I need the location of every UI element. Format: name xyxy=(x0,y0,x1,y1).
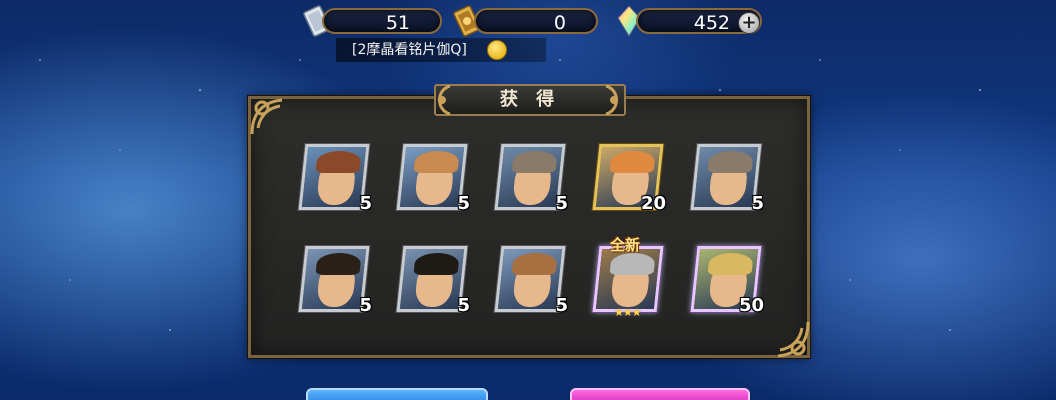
reward-item[interactable]: 5 xyxy=(396,144,470,214)
reward-item[interactable] xyxy=(592,246,664,312)
reward-item[interactable]: 20 xyxy=(592,144,666,214)
ticket-count: 51 xyxy=(385,12,410,34)
bottom-left-button[interactable] xyxy=(306,388,488,400)
gold-pass-counter: 0 xyxy=(474,8,598,34)
title-ornament-icon xyxy=(430,80,456,120)
notice-text: [2摩晶看铭片伽Q] xyxy=(352,42,467,58)
bottom-right-button[interactable] xyxy=(570,388,750,400)
gem-count: 452 xyxy=(693,12,730,34)
corner-ornament-icon xyxy=(766,316,812,362)
smile-emoji-icon xyxy=(487,40,507,60)
reward-item[interactable]: 5 xyxy=(298,144,372,214)
item-count: 5 xyxy=(457,295,470,316)
item-count: 5 xyxy=(359,193,372,214)
game-screen: 51 0 452 + [2摩晶看铭片伽Q] 获 得 5 5 5 20 5 5 5… xyxy=(0,0,1056,400)
reward-item[interactable]: 5 xyxy=(494,144,568,214)
panel-title: 获 得 xyxy=(434,84,626,116)
new-badge: 全新 xyxy=(610,236,641,254)
title-ornament-icon xyxy=(600,80,626,120)
item-count: 5 xyxy=(555,295,568,316)
character-portrait xyxy=(399,147,465,207)
character-portrait xyxy=(301,249,367,309)
rarity-stars: ★★★ xyxy=(614,306,642,319)
character-portrait xyxy=(497,249,563,309)
item-count: 5 xyxy=(359,295,372,316)
item-count: 5 xyxy=(751,193,764,214)
reward-item[interactable]: 5 xyxy=(494,246,568,316)
reward-item[interactable]: 5 xyxy=(396,246,470,316)
character-portrait xyxy=(693,147,759,207)
character-portrait xyxy=(497,147,563,207)
character-portrait xyxy=(595,249,661,309)
item-count: 20 xyxy=(640,193,666,214)
item-count: 5 xyxy=(457,193,470,214)
reward-item[interactable]: 5 xyxy=(690,144,764,214)
rewards-panel xyxy=(248,96,810,358)
reward-item[interactable]: 5 xyxy=(298,246,372,316)
notice-banner: [2摩晶看铭片伽Q] xyxy=(336,38,546,62)
reward-item[interactable]: 50 xyxy=(690,246,764,316)
character-portrait xyxy=(399,249,465,309)
add-gems-button[interactable]: + xyxy=(738,12,760,34)
item-count: 5 xyxy=(555,193,568,214)
character-portrait xyxy=(301,147,367,207)
ticket-counter: 51 xyxy=(322,8,442,34)
item-count: 50 xyxy=(738,295,764,316)
gold-pass-count: 0 xyxy=(553,12,566,34)
corner-ornament-icon xyxy=(248,94,294,140)
